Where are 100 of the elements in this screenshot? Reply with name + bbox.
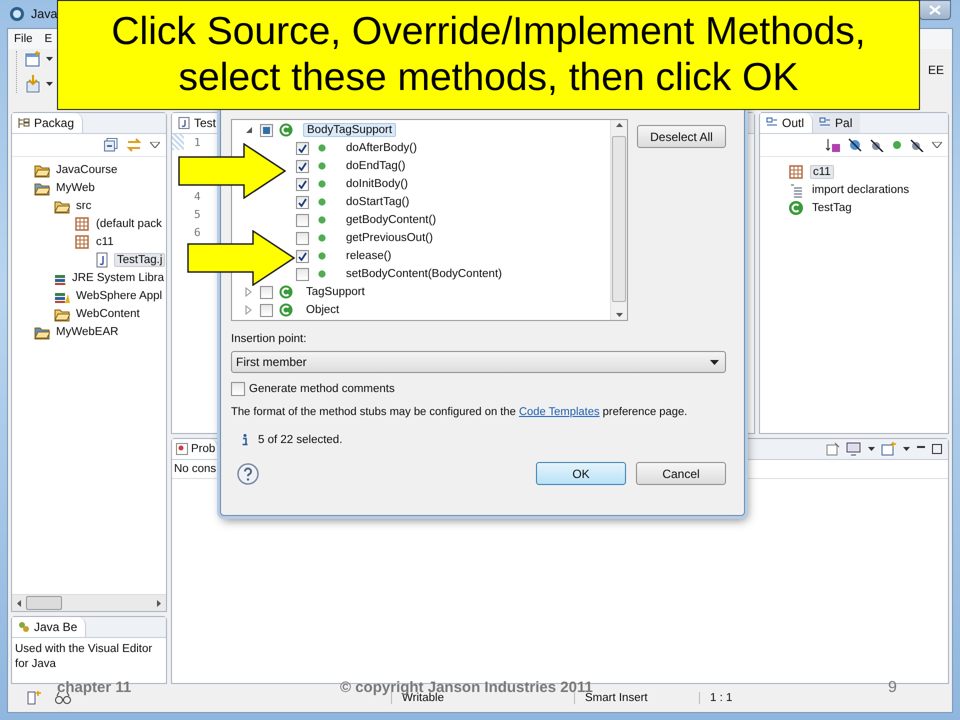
scrollbar[interactable] — [610, 120, 627, 320]
hide-static-icon[interactable] — [870, 138, 884, 152]
close-button[interactable] — [919, 0, 951, 20]
checkbox[interactable] — [296, 196, 309, 208]
class-icon — [279, 303, 293, 317]
tree-item[interactable]: (default pack — [94, 218, 164, 230]
method-dot-icon — [318, 216, 326, 224]
imports-icon — [788, 182, 804, 198]
line-number: 1 — [194, 135, 201, 151]
dialog-button[interactable]: OK — [536, 462, 626, 485]
checkbox[interactable] — [260, 304, 273, 316]
view-tab[interactable]: Outl — [760, 113, 814, 133]
scroll-down-icon[interactable] — [616, 313, 622, 317]
collapse-all-icon[interactable] — [104, 138, 118, 152]
status-field: 1 : 1 — [699, 692, 860, 704]
help-icon[interactable] — [237, 462, 259, 484]
checkbox[interactable] — [296, 178, 309, 190]
checkbox[interactable] — [260, 124, 273, 136]
method-item[interactable]: release() — [343, 250, 394, 262]
expand-toggle-icon[interactable] — [244, 305, 254, 315]
tree-item[interactable]: TestTag.j — [114, 253, 166, 267]
sort-icon[interactable] — [826, 138, 840, 152]
eclipse-icon — [9, 6, 25, 22]
view-tab[interactable]: Packag — [12, 113, 84, 133]
caret-icon[interactable] — [46, 57, 53, 61]
line-number: 5 — [194, 207, 201, 223]
scrollbar[interactable] — [12, 594, 166, 611]
menu-item[interactable]: File — [14, 33, 33, 45]
view-menu-icon[interactable] — [150, 142, 160, 148]
tree-item[interactable]: src — [74, 200, 94, 212]
method-item[interactable]: doEndTag() — [343, 160, 408, 172]
outline-item[interactable]: import declarations — [810, 184, 912, 196]
tree-item[interactable]: c11 — [94, 236, 116, 248]
problems-icon — [176, 443, 188, 455]
field-label: Insertion point: — [231, 333, 308, 345]
method-item[interactable]: doInitBody() — [343, 178, 412, 190]
tree-item[interactable]: JavaCourse — [54, 164, 120, 176]
java-file-icon — [178, 117, 190, 129]
status-field: Smart Insert — [574, 692, 687, 704]
instruction-callout: Click Source, Override/Implement Methods, select these methods, then click OK — [57, 0, 920, 110]
code-templates-link[interactable]: Code Templates — [518, 406, 600, 418]
outline-item[interactable]: c11 — [810, 165, 834, 179]
expand-toggle-icon[interactable] — [244, 287, 254, 297]
method-item[interactable]: doAfterBody() — [343, 142, 420, 154]
monitor-icon[interactable] — [846, 442, 862, 456]
new-window-icon[interactable] — [25, 51, 41, 67]
insertion-point-dropdown[interactable]: First member — [231, 351, 726, 373]
view-tab[interactable]: Pal — [813, 113, 860, 133]
public-members-icon[interactable] — [892, 140, 902, 150]
class-icon — [279, 123, 293, 137]
tree-item[interactable]: WebSphere Appl — [74, 290, 164, 302]
method-item[interactable]: getBodyContent() — [343, 214, 440, 226]
view-menu-icon[interactable] — [932, 142, 942, 148]
checkbox[interactable] — [296, 250, 309, 262]
checkbox[interactable] — [260, 286, 273, 298]
tree-item[interactable]: MyWebEAR — [54, 326, 120, 338]
checkbox[interactable] — [296, 214, 309, 226]
caret-icon[interactable] — [46, 82, 53, 86]
checkbox-label: Generate method comments — [249, 383, 395, 395]
import-icon[interactable] — [25, 75, 41, 93]
hide-local-icon[interactable] — [910, 138, 924, 152]
view-tab[interactable]: Java Be — [12, 617, 86, 637]
dialog-button[interactable]: Cancel — [636, 462, 726, 485]
tree-item[interactable]: Object — [303, 304, 342, 316]
hide-fields-icon[interactable] — [848, 138, 862, 152]
caret-icon[interactable] — [868, 447, 875, 451]
tree-item[interactable]: BodyTagSupport — [303, 123, 396, 137]
page-number: 9 — [888, 679, 897, 697]
method-dot-icon — [318, 270, 326, 278]
method-item[interactable]: getPreviousOut() — [343, 232, 436, 244]
beans-icon — [18, 621, 30, 633]
checkbox[interactable] — [231, 382, 245, 396]
tree-item[interactable]: JRE System Libra — [70, 272, 166, 284]
outline-item[interactable]: TestTag — [810, 202, 854, 214]
deselect-all-button[interactable]: Deselect All — [637, 125, 726, 148]
perspective-label[interactable]: EE — [928, 63, 944, 77]
package-icon — [74, 216, 90, 232]
method-dot-icon — [318, 252, 326, 260]
method-dot-icon — [318, 162, 326, 170]
new-console-icon[interactable] — [881, 442, 897, 456]
scroll-up-icon[interactable] — [616, 123, 622, 127]
tree-item[interactable]: TagSupport — [303, 286, 368, 298]
checkbox[interactable] — [296, 268, 309, 280]
scroll-right-icon[interactable] — [157, 600, 161, 606]
tree-item[interactable]: MyWeb — [54, 182, 97, 194]
method-item[interactable]: setBodyContent(BodyContent) — [343, 268, 505, 280]
menu-item[interactable]: E — [44, 33, 52, 45]
checkbox[interactable] — [296, 142, 309, 154]
view-tab[interactable]: Prob — [172, 439, 218, 459]
checkbox[interactable] — [296, 232, 309, 244]
checkbox[interactable] — [296, 160, 309, 172]
pin-icon[interactable] — [826, 442, 840, 456]
caret-icon[interactable] — [903, 447, 910, 451]
method-item[interactable]: doStartTag() — [343, 196, 412, 208]
line-number: 6 — [194, 225, 201, 241]
scroll-left-icon[interactable] — [17, 600, 21, 606]
maximize-icon[interactable] — [932, 444, 942, 454]
tree-item[interactable]: WebContent — [74, 308, 142, 320]
method-dot-icon — [318, 144, 326, 152]
fast-view-icon[interactable] — [26, 690, 42, 706]
